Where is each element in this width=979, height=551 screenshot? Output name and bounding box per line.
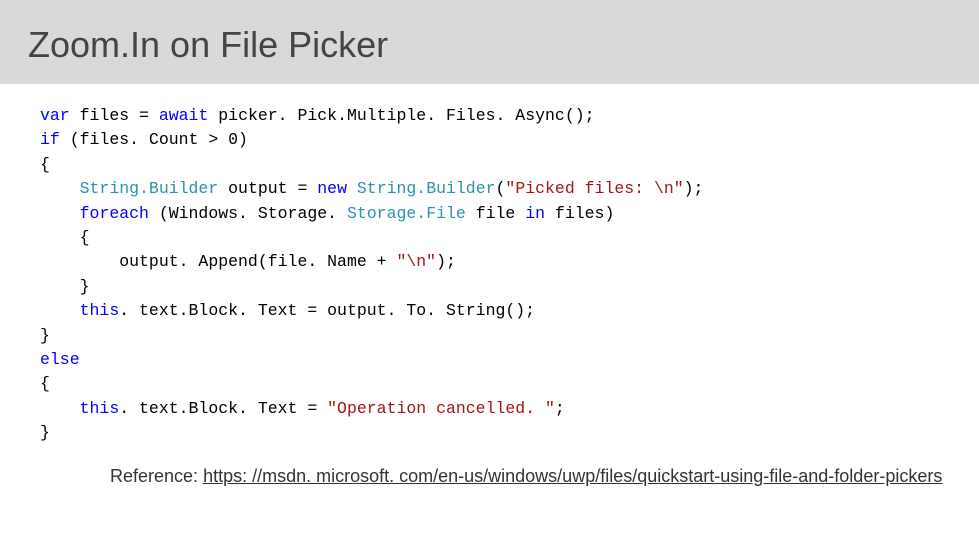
slide-title: Zoom.In on File Picker <box>28 24 951 66</box>
code-token: this <box>80 399 120 418</box>
code-token: ); <box>684 179 704 198</box>
code-token: ; <box>555 399 565 418</box>
code-token: File <box>426 204 466 223</box>
code-token: . text.Block. Text = <box>119 399 327 418</box>
code-token: String. <box>80 179 149 198</box>
code-token: await <box>159 106 209 125</box>
code-token: ( <box>496 179 506 198</box>
code-token: } <box>40 277 90 296</box>
code-token: output. Append(file. Name + <box>40 252 396 271</box>
code-token <box>40 399 80 418</box>
code-token: } <box>40 423 50 442</box>
code-block: var files = await picker. Pick.Multiple.… <box>0 84 979 456</box>
code-token <box>40 179 80 198</box>
code-token: (files. Count > 0) <box>60 130 248 149</box>
code-token: "Picked files: \n" <box>505 179 683 198</box>
slide-header: Zoom.In on File Picker <box>0 0 979 84</box>
code-token: files) <box>545 204 614 223</box>
code-token: } <box>40 326 50 345</box>
code-token: { <box>40 228 90 247</box>
reference-link[interactable]: https: //msdn. microsoft. com/en-us/wind… <box>203 466 942 486</box>
code-token: "\n" <box>396 252 436 271</box>
code-token: else <box>40 350 80 369</box>
reference-label: Reference: <box>110 466 203 486</box>
code-token: . text.Block. Text = output. To. String(… <box>119 301 535 320</box>
code-token: String. <box>357 179 426 198</box>
code-token: if <box>40 130 60 149</box>
code-token: this <box>80 301 120 320</box>
code-token: { <box>40 374 50 393</box>
code-token: Builder <box>149 179 218 198</box>
code-token <box>40 204 80 223</box>
code-token: picker. Pick.Multiple. Files. Async(); <box>208 106 594 125</box>
code-token: ); <box>436 252 456 271</box>
code-token: { <box>40 155 50 174</box>
code-token: file <box>466 204 525 223</box>
code-token <box>347 179 357 198</box>
code-token: foreach <box>80 204 149 223</box>
code-token <box>40 301 80 320</box>
code-token: Storage. <box>347 204 426 223</box>
code-token: "Operation cancelled. " <box>327 399 555 418</box>
code-token: output = <box>218 179 317 198</box>
code-token: files = <box>70 106 159 125</box>
code-token: var <box>40 106 70 125</box>
code-token: new <box>317 179 347 198</box>
reference-line: Reference: https: //msdn. microsoft. com… <box>0 456 979 487</box>
code-token: in <box>525 204 545 223</box>
code-token: (Windows. Storage. <box>149 204 347 223</box>
code-token: Builder <box>426 179 495 198</box>
